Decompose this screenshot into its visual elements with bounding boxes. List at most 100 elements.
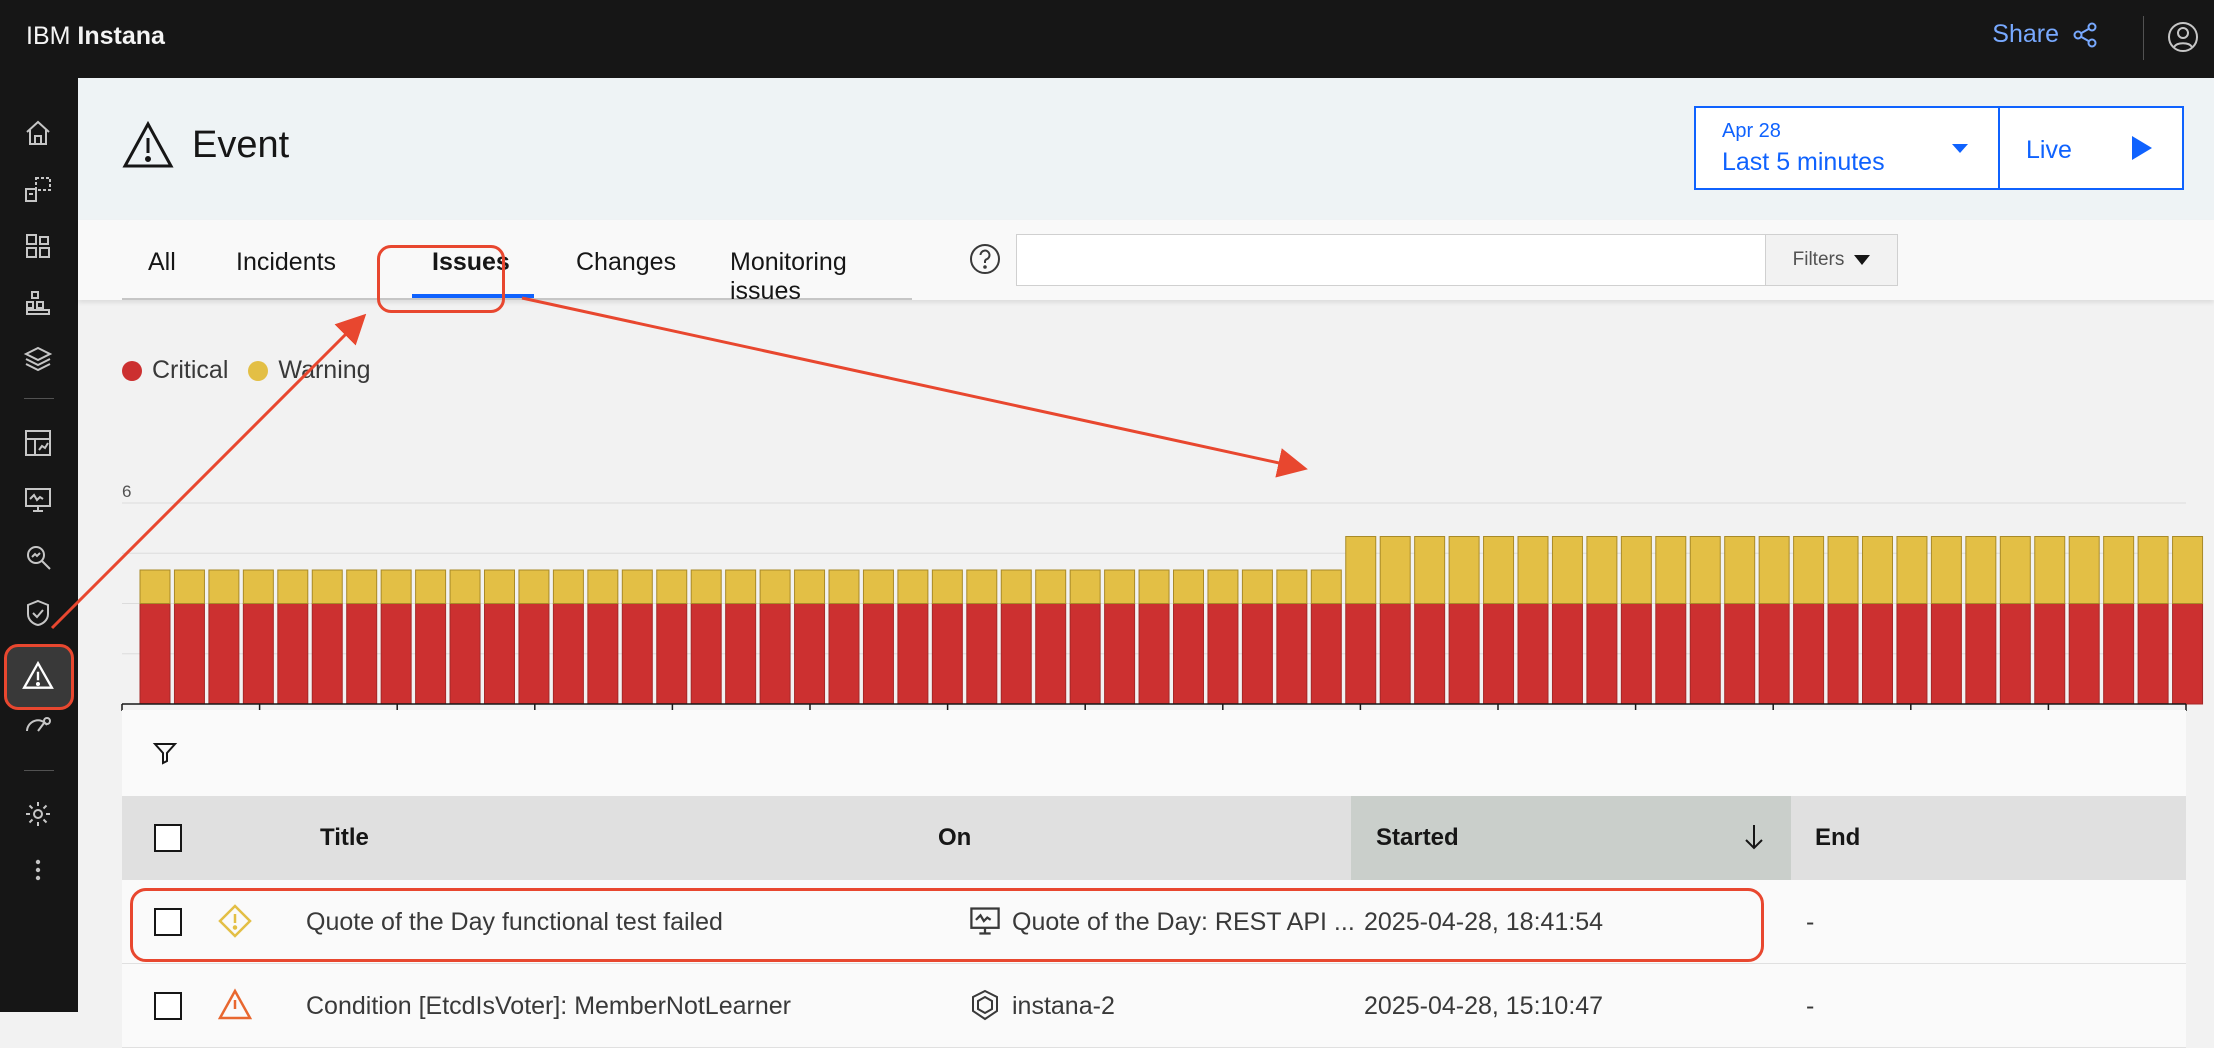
tab-changes[interactable]: Changes — [576, 248, 676, 277]
infrastructure-icon[interactable] — [20, 171, 56, 207]
chart-bar-warning — [242, 569, 274, 604]
row-on[interactable]: instana-2 — [1012, 992, 1115, 1021]
column-end[interactable]: End — [1815, 824, 1860, 852]
filters-dropdown[interactable]: Filters — [1765, 235, 1897, 285]
caret-down-icon — [1854, 255, 1871, 265]
chart-bar-critical — [415, 603, 447, 705]
chart-bar-warning — [1793, 536, 1825, 604]
chart-bar-warning — [931, 569, 963, 604]
chart-bar-warning — [1173, 569, 1204, 604]
top-bar: IBM Instana Share — [0, 0, 2214, 78]
chart-bar-critical — [966, 603, 998, 705]
chart-bar-warning — [1930, 536, 1962, 604]
chart-bar-warning — [862, 569, 894, 604]
automation-icon[interactable] — [20, 708, 56, 744]
chart-bar-critical — [2068, 603, 2100, 705]
table-header: Title On Started End — [122, 796, 2186, 880]
chart-bar-critical — [862, 603, 894, 705]
chart-bar-critical — [1758, 603, 1790, 705]
chart-bar-critical — [621, 603, 653, 705]
chart-bar-critical — [1276, 603, 1308, 705]
row-title[interactable]: Condition [EtcdIsVoter]: MemberNotLearne… — [306, 992, 791, 1021]
legend-item-critical[interactable]: Critical — [122, 356, 228, 385]
chart-bar-critical — [1862, 603, 1893, 705]
legend-label-critical: Critical — [152, 356, 229, 384]
help-icon[interactable] — [968, 242, 1002, 281]
chart-bar-critical — [690, 603, 722, 705]
table-filter-icon[interactable] — [152, 740, 178, 771]
chart-bar-warning — [552, 569, 584, 604]
user-icon — [2168, 22, 2198, 52]
tab-incidents[interactable]: Incidents — [236, 248, 336, 277]
chart-bar-warning — [1827, 536, 1859, 604]
chart-bar-critical — [1896, 603, 1928, 705]
chart-bar-critical — [1999, 603, 2031, 705]
filters-label: Filters — [1792, 249, 1845, 270]
settings-icon[interactable] — [20, 796, 56, 832]
chart-bar-critical — [1655, 603, 1687, 705]
chart-bar-critical — [2137, 603, 2169, 705]
chart-bar-warning — [2103, 536, 2135, 604]
time-range-selector[interactable]: Apr 28 Last 5 minutes — [1694, 106, 2000, 190]
column-on[interactable]: On — [938, 824, 971, 852]
caret-down-icon — [1952, 144, 1968, 153]
chart-bar-critical — [1586, 603, 1618, 705]
chart-bar-critical — [1345, 603, 1377, 705]
critical-triangle-icon — [217, 988, 253, 1027]
chart-bar-warning — [1758, 536, 1790, 604]
layers-icon[interactable] — [20, 341, 56, 377]
chart-bar-warning — [1724, 536, 1756, 604]
page-title: Event — [122, 120, 289, 170]
chart-bar-warning — [1551, 536, 1583, 604]
chart-bar-critical — [1793, 603, 1825, 705]
column-title[interactable]: Title — [320, 824, 369, 852]
select-all-checkbox[interactable] — [154, 824, 182, 852]
events-icon[interactable] — [20, 658, 56, 694]
chart-bar-critical — [277, 603, 309, 705]
chart-bar-warning — [587, 569, 619, 604]
topbar-divider — [2143, 16, 2144, 60]
chart-bar-warning — [1345, 536, 1377, 604]
event-search-input[interactable]: Filters — [1016, 234, 1898, 286]
column-started[interactable]: Started — [1376, 824, 1459, 852]
chart-bar-critical — [1930, 603, 1962, 705]
legend-dot-critical — [122, 360, 142, 381]
chart-bar-warning — [1414, 536, 1446, 604]
chart-bar-critical — [1551, 603, 1583, 705]
tab-monitoring-issues[interactable]: Monitoring issues — [730, 248, 912, 306]
page-header: Event Apr 28 Last 5 minutes Live — [78, 78, 2214, 220]
sort-descending-icon[interactable] — [1742, 822, 1766, 857]
more-icon[interactable] — [20, 852, 56, 888]
chart-bar-warning — [1965, 536, 1997, 604]
synthetic-icon[interactable] — [20, 482, 56, 518]
platforms-icon[interactable] — [20, 285, 56, 321]
user-avatar[interactable] — [2166, 20, 2200, 59]
chart-bar-critical — [449, 603, 481, 705]
warning-triangle-icon — [122, 120, 174, 168]
share-button[interactable]: Share — [1992, 20, 2099, 49]
row-checkbox[interactable] — [154, 992, 182, 1020]
nav-divider — [24, 398, 54, 399]
chart-bar-warning — [484, 569, 515, 604]
home-icon[interactable] — [20, 115, 56, 151]
chart-bar-warning — [1862, 536, 1893, 604]
security-icon[interactable] — [20, 595, 56, 631]
chart-bar-critical — [1689, 603, 1721, 705]
chart-bar-critical — [1138, 603, 1170, 705]
chart-bar-critical — [1379, 603, 1411, 705]
chart-bar-critical — [1620, 603, 1652, 705]
chart-bar-critical — [518, 603, 550, 705]
dashboards-icon[interactable] — [20, 425, 56, 461]
chart-bar-warning — [1689, 536, 1721, 604]
table-row[interactable]: Condition [EtcdIsVoter]: MemberNotLearne… — [122, 964, 2186, 1048]
applications-icon[interactable] — [20, 228, 56, 264]
legend-item-warning[interactable]: Warning — [248, 356, 371, 385]
tab-all[interactable]: All — [148, 248, 176, 277]
brand-logo[interactable]: IBM Instana — [26, 22, 165, 51]
chart-bar-warning — [897, 569, 929, 604]
chart-bar-critical — [1724, 603, 1756, 705]
analytics-icon[interactable] — [20, 539, 56, 575]
chart-bar-warning — [1655, 536, 1687, 604]
row-started: 2025-04-28, 15:10:47 — [1364, 992, 1604, 1020]
live-button[interactable]: Live — [1998, 106, 2184, 190]
